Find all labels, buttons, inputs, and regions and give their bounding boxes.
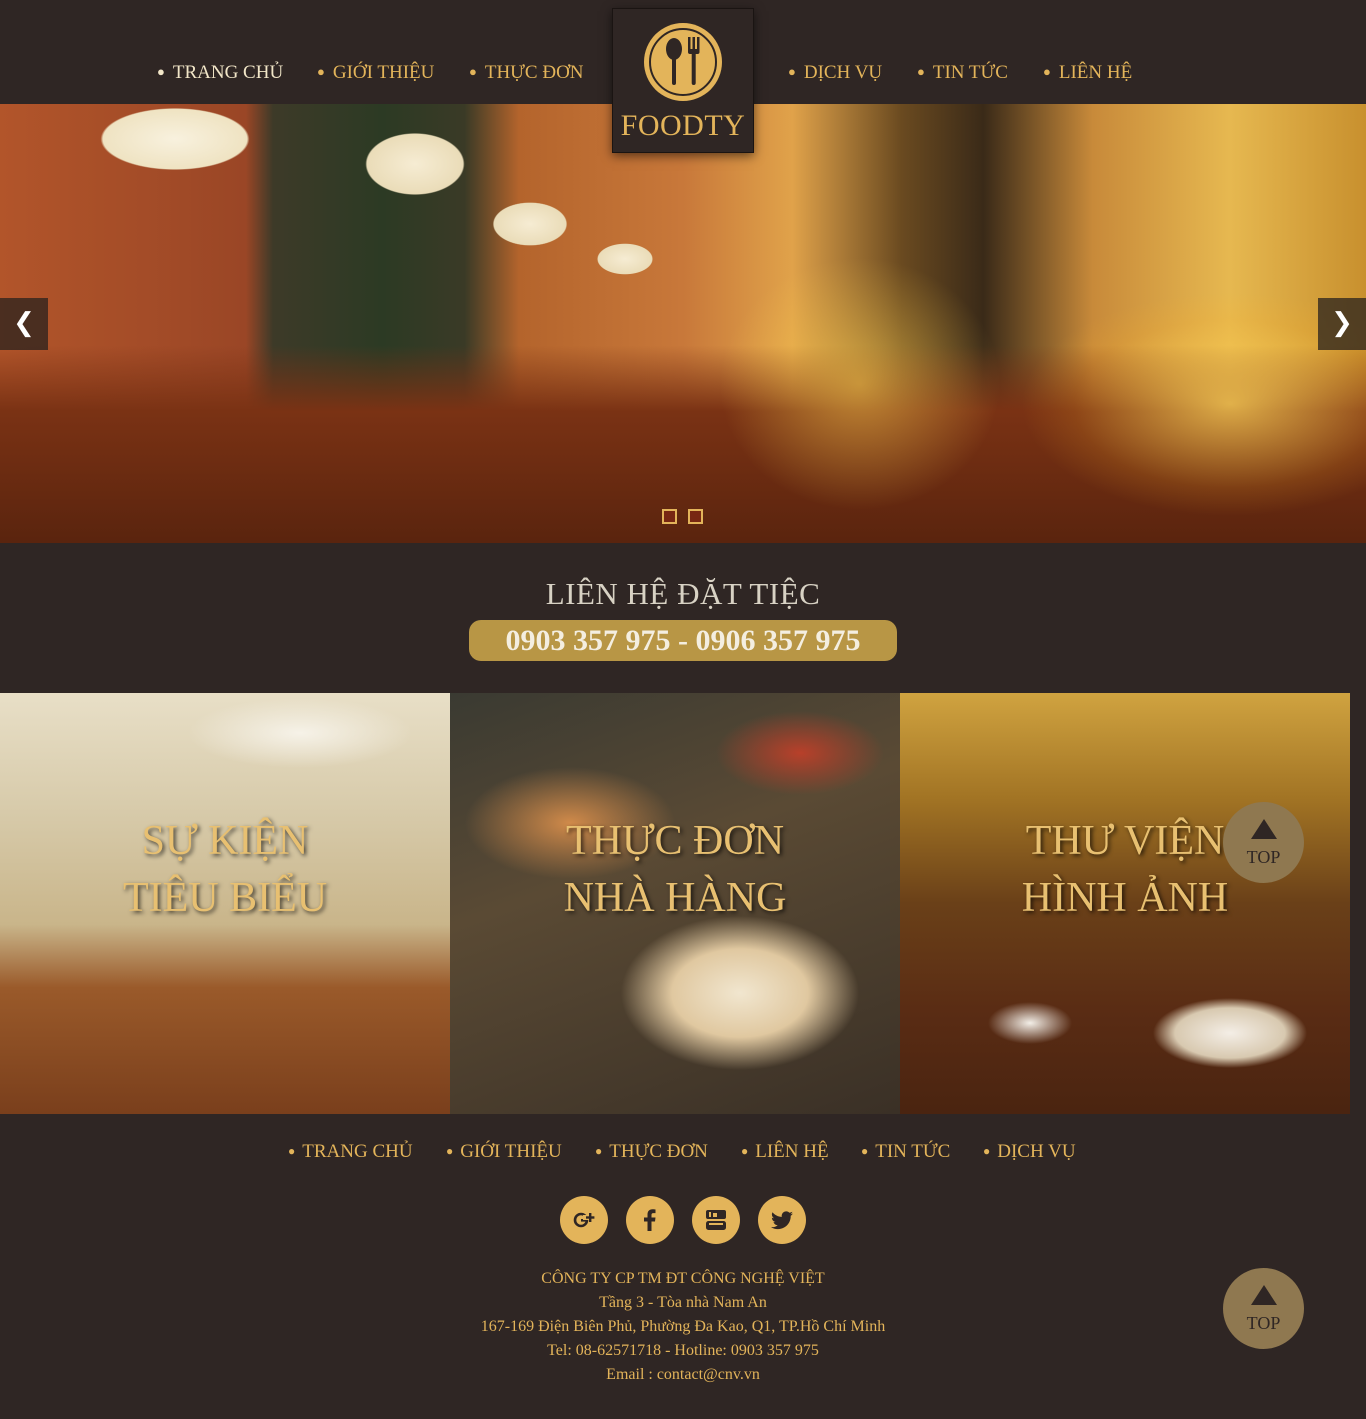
nav-gioi-thieu[interactable]: ● GIỚI THIỆU <box>317 62 434 84</box>
bullet-icon: ● <box>917 64 925 79</box>
plate-cutlery-icon <box>644 23 722 101</box>
footer-nav-tin-tuc[interactable]: ● TIN TỨC <box>861 1141 950 1163</box>
company-address: 167-169 Điện Biên Phủ, Phường Đa Kao, Q1… <box>480 1318 886 1335</box>
feature-tile-gallery[interactable]: THƯ VIỆN HÌNH ẢNH <box>900 693 1350 1114</box>
bullet-icon: ● <box>288 1144 296 1158</box>
chevron-right-icon: ❯ <box>1331 308 1353 338</box>
footer-nav-gioi-thieu[interactable]: ● GIỚI THIỆU <box>446 1141 562 1163</box>
hero-slider: ❮ ❯ <box>0 104 1366 543</box>
company-floor: Tầng 3 - Tòa nhà Nam An <box>599 1294 767 1311</box>
arrow-up-icon <box>1251 1285 1277 1305</box>
company-phone: Tel: 08-62571718 - Hotline: 0903 357 975 <box>547 1342 819 1359</box>
bullet-icon: ● <box>741 1144 749 1158</box>
nav-dich-vu[interactable]: ● DỊCH VỤ <box>788 62 882 84</box>
footer-nav-dich-vu[interactable]: ● DỊCH VỤ <box>983 1141 1076 1163</box>
bullet-icon: ● <box>157 64 165 79</box>
bullet-icon: ● <box>469 64 477 79</box>
slider-next-button[interactable]: ❯ <box>1318 298 1366 350</box>
youtube-icon <box>706 1210 726 1230</box>
twitter-button[interactable] <box>758 1196 806 1244</box>
footer-nav-lien-he[interactable]: ● LIÊN HỆ <box>741 1141 829 1163</box>
back-to-top-button[interactable]: TOP <box>1223 802 1304 883</box>
contact-title: LIÊN HỆ ĐẶT TIỆC <box>545 576 821 611</box>
footer-nav-thuc-don[interactable]: ● THỰC ĐƠN <box>595 1141 708 1163</box>
facebook-icon <box>644 1209 656 1231</box>
nav-tin-tuc[interactable]: ● TIN TỨC <box>917 62 1008 84</box>
footer-nav-trang-chu[interactable]: ● TRANG CHỦ <box>288 1141 413 1163</box>
feature-label: THỰC ĐƠN NHÀ HÀNG <box>563 818 787 921</box>
google-plus-icon <box>573 1212 595 1228</box>
google-plus-button[interactable] <box>560 1196 608 1244</box>
chevron-left-icon: ❮ <box>13 308 35 338</box>
phone-numbers[interactable]: 0903 357 975 - 0906 357 975 <box>469 620 897 661</box>
bullet-icon: ● <box>317 64 325 79</box>
bullet-icon: ● <box>861 1144 869 1158</box>
facebook-button[interactable] <box>626 1196 674 1244</box>
company-name: CÔNG TY CP TM ĐT CÔNG NGHỆ VIỆT <box>541 1270 825 1287</box>
slider-dot-2[interactable] <box>688 509 703 524</box>
youtube-button[interactable] <box>692 1196 740 1244</box>
feature-tile-events[interactable]: SỰ KIỆN TIÊU BIỂU <box>0 693 450 1114</box>
company-email[interactable]: Email : contact@cnv.vn <box>0 1366 1366 1384</box>
slider-prev-button[interactable]: ❮ <box>0 298 48 350</box>
feature-label: SỰ KIỆN TIÊU BIỂU <box>122 818 328 921</box>
nav-thuc-don[interactable]: ● THỰC ĐƠN <box>469 62 584 84</box>
back-to-top-button-footer[interactable]: TOP <box>1223 1268 1304 1349</box>
bullet-icon: ● <box>983 1144 991 1158</box>
bullet-icon: ● <box>1043 64 1051 79</box>
site-logo[interactable]: FOODTY <box>612 8 754 153</box>
slider-dot-1[interactable] <box>662 509 677 524</box>
bullet-icon: ● <box>595 1144 603 1158</box>
bullet-icon: ● <box>446 1144 454 1158</box>
twitter-icon <box>771 1211 793 1230</box>
nav-trang-chu[interactable]: ● TRANG CHỦ <box>157 62 283 84</box>
bullet-icon: ● <box>788 64 796 79</box>
logo-text: FOODTY <box>620 109 746 142</box>
nav-lien-he[interactable]: ● LIÊN HỆ <box>1043 62 1132 84</box>
arrow-up-icon <box>1251 819 1277 839</box>
feature-tile-menu[interactable]: THỰC ĐƠN NHÀ HÀNG <box>450 693 900 1114</box>
